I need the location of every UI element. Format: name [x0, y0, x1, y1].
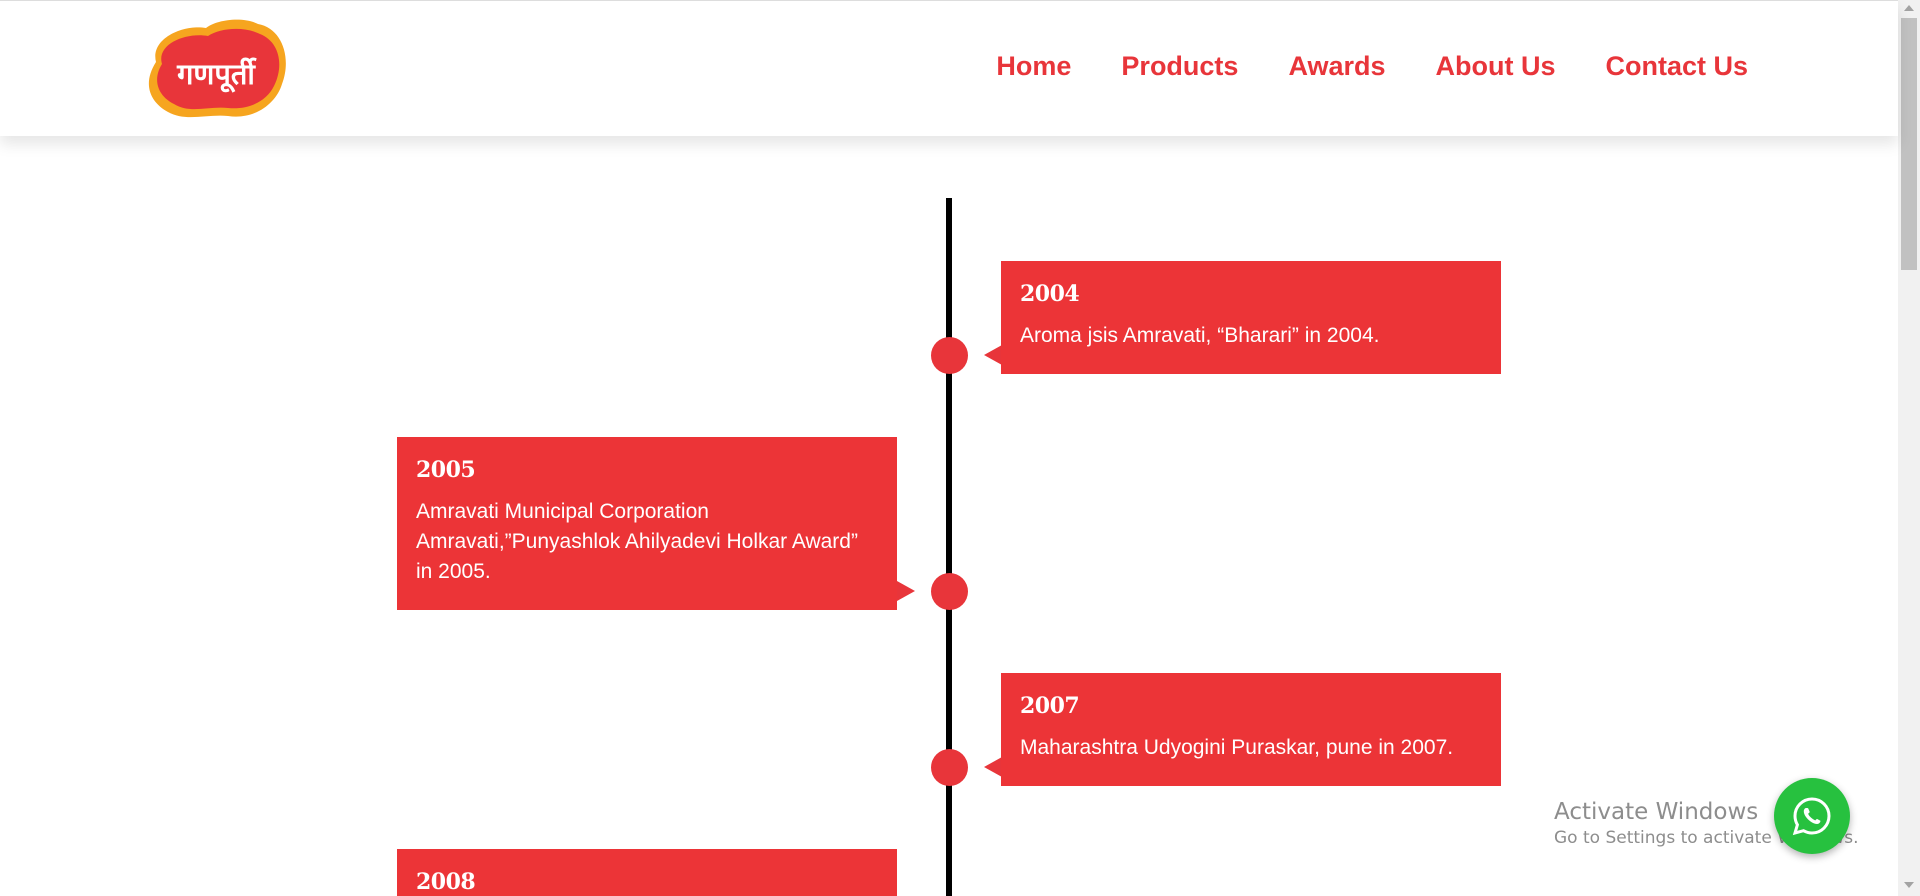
- site-header: गणपूर्ती Home Products Awards About Us C…: [0, 0, 1898, 136]
- nav-contact-us[interactable]: Contact Us: [1605, 49, 1748, 83]
- award-card-2004: 2004 Aroma jsis Amravati, “Bharari” in 2…: [1001, 261, 1501, 374]
- scroll-up-arrow-icon[interactable]: [1904, 5, 1914, 11]
- timeline-dot: [931, 749, 968, 786]
- main-nav: Home Products Awards About Us Contact Us: [996, 49, 1748, 83]
- timeline-axis: [946, 198, 952, 896]
- nav-home[interactable]: Home: [996, 49, 1071, 83]
- awards-page: गणपूर्ती Home Products Awards About Us C…: [0, 0, 1920, 896]
- award-card-2005: 2005 Amravati Municipal Corporation Amra…: [397, 437, 897, 610]
- card-pointer: [984, 345, 1002, 365]
- card-pointer: [897, 581, 915, 601]
- award-description: Aroma jsis Amravati, “Bharari” in 2004.: [1020, 324, 1380, 347]
- card-pointer: [984, 757, 1002, 777]
- svg-text:गणपूर्ती: गणपूर्ती: [176, 57, 257, 93]
- award-description: Maharashtra Udyogini Puraskar, pune in 2…: [1020, 736, 1454, 759]
- award-year: 2005: [416, 457, 476, 483]
- scroll-down-arrow-icon[interactable]: [1904, 882, 1914, 888]
- logo-graphic: गणपूर्ती: [148, 19, 286, 118]
- timeline-dot: [931, 337, 968, 374]
- award-card-2008: 2008: [397, 849, 897, 896]
- brand-logo[interactable]: गणपूर्ती: [142, 18, 292, 122]
- vertical-scrollbar[interactable]: [1898, 0, 1920, 896]
- nav-products[interactable]: Products: [1121, 49, 1238, 83]
- award-year: 2008: [416, 869, 476, 895]
- award-year: 2004: [1020, 281, 1080, 307]
- award-card-2007: 2007 Maharashtra Udyogini Puraskar, pune…: [1001, 673, 1501, 786]
- timeline-dot: [931, 573, 968, 610]
- award-description: Amravati Municipal Corporation Amravati,…: [416, 500, 858, 583]
- scroll-thumb[interactable]: [1901, 18, 1917, 270]
- whatsapp-icon: [1792, 797, 1831, 836]
- nav-about-us[interactable]: About Us: [1436, 49, 1556, 83]
- nav-awards[interactable]: Awards: [1288, 49, 1385, 83]
- award-year: 2007: [1020, 693, 1080, 719]
- whatsapp-button[interactable]: [1774, 778, 1850, 854]
